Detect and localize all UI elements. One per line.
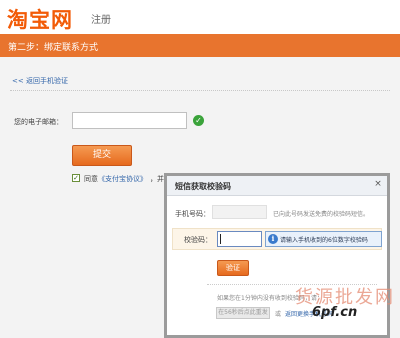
code-label: 校验码： [184,236,212,244]
page-subtitle: 注册 [91,15,111,26]
step-title: 第二步：绑定联系方式 [8,43,99,53]
text-caret [220,234,221,244]
info-icon: i [268,234,278,244]
dialog-title: 短信获取校验码 [175,182,231,191]
dialog-header: 短信获取校验码 × [167,176,387,196]
agree-text: 同意《支付宝协议》 [84,174,147,184]
watermark-url: 6pf.cn [312,305,358,320]
phone-note: 已向此号码发送免费的校验码短信。 [273,211,370,218]
divider [10,90,390,91]
header: 淘宝网 注册 [0,0,400,34]
close-icon[interactable]: × [373,179,383,189]
check-circle-icon: ✓ [193,115,204,126]
code-input[interactable] [217,231,262,247]
email-value [77,116,182,125]
step-bar: 第二步：绑定联系方式 [0,34,400,57]
resend-button[interactable]: 在56秒后点此重发 [216,307,270,319]
taobao-logo[interactable]: 淘宝网 [7,4,73,34]
agreement-link[interactable]: 《支付宝协议》 [98,175,147,183]
agree-prefix: 同意 [84,175,98,183]
back-link[interactable]: << 返回手机验证 [12,76,68,86]
phone-label: 手机号码： [175,210,210,218]
verify-button[interactable]: 验证 [217,260,249,276]
code-tip-text: 请输入手机收到的6位数字校验码 [280,237,368,244]
or-text: 或 [275,311,282,318]
submit-button[interactable]: 提交 [72,145,132,166]
agree-checkbox[interactable]: ✓ [72,174,80,182]
phone-number-field [212,205,267,219]
email-label: 您的电子邮箱： [14,118,63,126]
